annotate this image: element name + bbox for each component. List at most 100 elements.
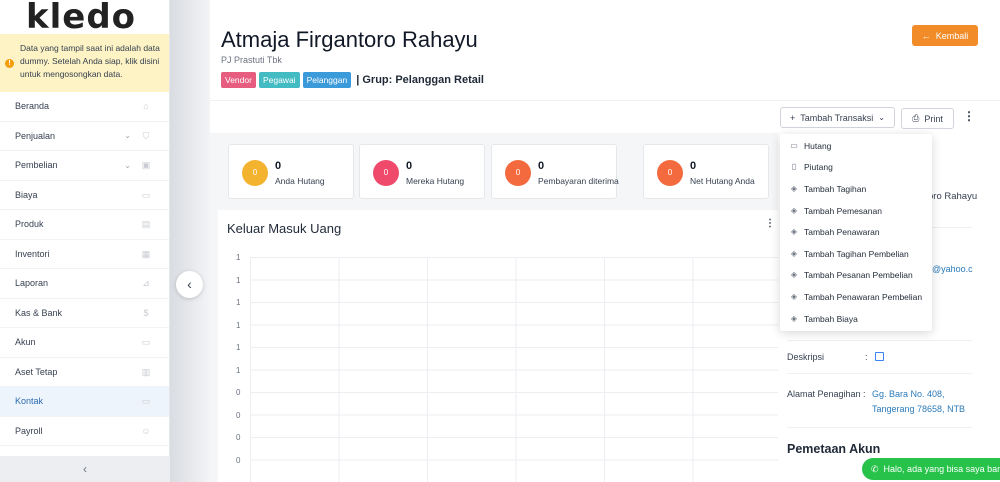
plus-icon: + (789, 112, 796, 123)
sidebar-item-label: Aset Tetap (15, 366, 58, 377)
stat-label: Mereka Hutang (406, 176, 465, 186)
y-tick-label: 1 (236, 365, 241, 375)
sidebar-menu: Beranda ⌂ Penjualan ⌄ ⛉ Pembelian ⌄ ▣ Biaya ▭ Prod… (0, 92, 169, 446)
info-divider (787, 340, 972, 341)
dropdown-item-label: Tambah Penawaran (804, 227, 880, 238)
company-subtitle: PJ Prastuti Tbk (221, 55, 282, 65)
dropdown-item-hutang[interactable]: ▭ Hutang (780, 135, 932, 157)
tag-icon: ◈ (790, 183, 798, 193)
sidebar: kledo ! Data yang tampil saat ini adalah… (0, 0, 170, 482)
sidebar-item-aset-tetap[interactable]: Aset Tetap ▥ (0, 358, 169, 387)
sidebar-item-kontak[interactable]: Kontak ▭ (0, 387, 169, 417)
stat-circle: 0 (373, 160, 399, 186)
tambah-transaksi-label: Tambah Transaksi (800, 112, 874, 123)
dropdown-item-tambah-tagihan-pembelian[interactable]: ◈ Tambah Tagihan Pembelian (780, 243, 932, 265)
dropdown-item-label: Tambah Tagihan (804, 183, 867, 194)
info-divider (787, 427, 972, 428)
deskripsi-colon: : (865, 352, 868, 362)
dropdown-item-label: Tambah Biaya (804, 313, 858, 324)
stat-card: 0 0 Pembayaran diterima (491, 144, 619, 199)
print-button[interactable]: ⎙ Print (901, 108, 954, 129)
sidebar-item-label: Inventori (15, 248, 50, 259)
payroll-icon: ☺ (141, 425, 151, 436)
dropdown-item-label: Tambah Pemesanan (804, 205, 882, 216)
chart-icon: ⊿ (142, 278, 150, 289)
page-title: Atmaja Firgantoro Rahayu (221, 27, 478, 52)
book-icon: ▭ (141, 337, 151, 348)
document-icon: ▯ (791, 162, 797, 172)
sidebar-item-label: Biaya (15, 189, 38, 200)
y-tick-label: 1 (236, 275, 241, 285)
group-label: | Grup: Pelanggan Retail (356, 74, 484, 86)
sidebar-item-produk[interactable]: Produk ▤ (0, 210, 169, 240)
more-options-icon[interactable]: ⋮ (963, 109, 975, 123)
sidebar-item-label: Beranda (15, 101, 50, 112)
dropdown-item-tambah-penawaran-pembelian[interactable]: ◈ Tambah Penawaran Pembelian (780, 286, 932, 308)
sidebar-item-label: Penjualan (15, 130, 56, 141)
y-tick-label: 1 (236, 298, 241, 307)
card-icon: ▭ (141, 189, 151, 200)
dropdown-item-tambah-penawaran[interactable]: ◈ Tambah Penawaran (780, 221, 932, 243)
pemetaan-akun-title: Pemetaan Akun (787, 442, 881, 456)
tag-icon: ◈ (790, 248, 798, 258)
bag-icon: ▣ (141, 160, 151, 171)
info-divider (787, 373, 972, 374)
sidebar-item-beranda[interactable]: Beranda ⌂ (0, 92, 169, 122)
contact-email-partial[interactable]: @yahoo.c (932, 264, 973, 274)
chart-title: Keluar Masuk Uang (227, 221, 342, 236)
sidebar-collapse-button[interactable]: ‹ (0, 456, 170, 482)
chevron-down-icon: ⌄ (124, 160, 131, 170)
alamat-line-1: Gg. Bara No. 408, (872, 389, 945, 399)
stat-label: Pembayaran diterima (538, 176, 619, 186)
print-label: Print (924, 113, 943, 124)
y-tick-label: 1 (236, 253, 241, 262)
sidebar-item-pembelian[interactable]: Pembelian ⌄ ▣ (0, 151, 169, 181)
warning-icon: ! (5, 59, 14, 68)
y-tick-label: 0 (236, 433, 241, 442)
notice-text: Data yang tampil saat ini adalah data du… (20, 43, 160, 79)
tambah-transaksi-button[interactable]: + Tambah Transaksi ⌄ (780, 107, 895, 128)
sidebar-item-biaya[interactable]: Biaya ▭ (0, 181, 169, 210)
sidebar-item-akun[interactable]: Akun ▭ (0, 328, 169, 358)
chevron-down-icon: ⌄ (878, 113, 885, 122)
alamat-label: Alamat Penagihan (787, 389, 861, 399)
contact-icon: ▭ (141, 396, 151, 407)
dropdown-item-tambah-pesanan-pembelian[interactable]: ◈ Tambah Pesanan Pembelian (780, 265, 932, 287)
kledo-logo[interactable]: kledo (0, 0, 169, 34)
sidebar-item-label: Akun (15, 337, 36, 348)
building-icon: ▥ (141, 366, 151, 377)
dollar-icon: $ (143, 307, 149, 318)
stat-value: 0 (275, 160, 282, 172)
dropdown-item-tambah-biaya[interactable]: ◈ Tambah Biaya (780, 308, 932, 330)
basket-icon: ⛉ (142, 130, 150, 141)
sidebar-item-kas-bank[interactable]: Kas & Bank $ (0, 299, 169, 328)
stat-card: 0 0 Mereka Hutang (359, 144, 485, 199)
stat-value: 0 (690, 160, 697, 172)
tambah-transaksi-dropdown: ▭ Hutang ▯ Piutang ◈ Tambah Tagihan ◈ Tambah Pe… (780, 134, 932, 331)
dropdown-item-label: Tambah Pesanan Pembelian (804, 270, 913, 281)
dummy-data-notice[interactable]: ! Data yang tampil saat ini adalah data … (0, 34, 169, 92)
stat-label: Anda Hutang (275, 176, 325, 186)
cashflow-chart-panel: Keluar Masuk Uang 1 1 1 1 1 1 0 0 0 0 (218, 210, 780, 482)
box-icon: ▤ (141, 219, 151, 230)
dropdown-item-tambah-pemesanan[interactable]: ◈ Tambah Pemesanan (780, 200, 932, 222)
sidebar-item-inventori[interactable]: Inventori ▦ (0, 240, 169, 269)
dropdown-item-label: Tambah Tagihan Pembelian (804, 248, 909, 259)
sidebar-item-laporan[interactable]: Laporan ⊿ (0, 269, 169, 299)
sidebar-item-payroll[interactable]: Payroll ☺ (0, 417, 169, 446)
sidebar-item-penjualan[interactable]: Penjualan ⌄ ⛉ (0, 122, 169, 151)
dropdown-item-piutang[interactable]: ▯ Piutang (780, 157, 932, 179)
back-button[interactable]: ← Kembali (912, 25, 978, 46)
tag-icon: ◈ (790, 205, 798, 215)
dropdown-item-label: Hutang (804, 140, 832, 151)
back-button-label: Kembali (935, 30, 969, 41)
stat-value: 0 (538, 160, 545, 172)
collapse-panel-button[interactable]: ‹ (176, 271, 203, 298)
whatsapp-icon: ✆ (871, 463, 879, 474)
whatsapp-chat-button[interactable]: ✆ Halo, ada yang bisa saya bant (862, 458, 1000, 480)
dropdown-item-tambah-tagihan[interactable]: ◈ Tambah Tagihan (780, 178, 932, 200)
chart-options-icon[interactable]: ⋮ (765, 218, 775, 229)
y-tick-label: 0 (236, 410, 241, 420)
edit-icon[interactable] (875, 351, 884, 362)
tag-icon: ◈ (790, 227, 798, 237)
